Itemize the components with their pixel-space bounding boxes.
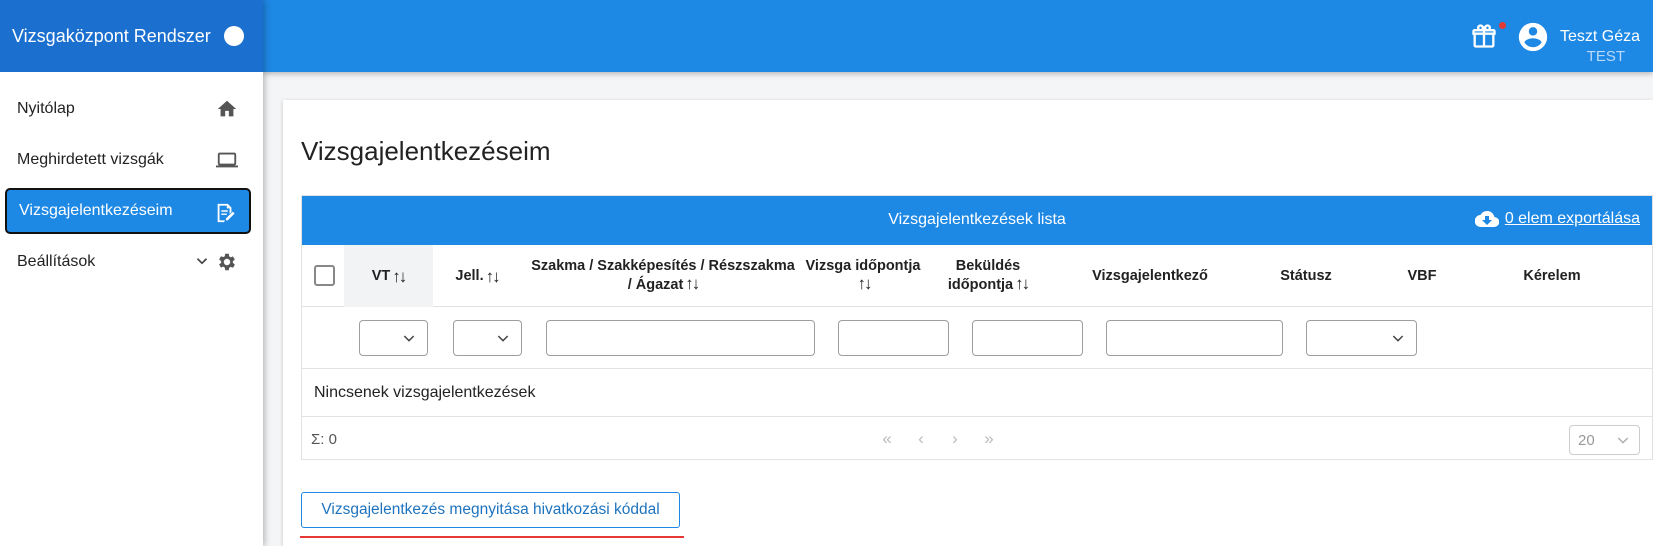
column-status[interactable]: Státusz	[1246, 245, 1366, 307]
column-submit-date[interactable]: Beküldés időpontja ↑↓	[931, 245, 1045, 307]
submit-date-filter-input[interactable]	[972, 320, 1083, 356]
cloud-download-icon	[1474, 210, 1499, 228]
vt-filter-select[interactable]	[359, 320, 428, 356]
page-title: Vizsgajelentkezéseim	[301, 136, 551, 166]
sidebar-item-home[interactable]: Nyitólap	[5, 86, 251, 132]
open-by-reference-code-button[interactable]: Vizsgajelentkezés megnyitása hivatkozási…	[301, 492, 680, 528]
sidebar-item-label: Beállítások	[17, 253, 96, 270]
page-size-value: 20	[1578, 432, 1595, 449]
column-applicant[interactable]: Vizsgajelentkező	[1060, 245, 1240, 307]
chevron-down-icon[interactable]	[193, 252, 211, 270]
chevron-down-icon	[1617, 437, 1629, 444]
table-footer: Σ: 0 « ‹ › » 20	[302, 417, 1652, 461]
page-size-select[interactable]: 20	[1569, 425, 1640, 455]
prev-page-button[interactable]: ‹	[911, 429, 931, 449]
empty-message: Nincsenek vizsgajelentkezések	[314, 384, 536, 401]
column-exam-date[interactable]: Vizsga időpontja ↑↓	[805, 245, 921, 307]
chevron-down-icon	[497, 335, 509, 342]
gift-icon[interactable]	[1470, 22, 1498, 50]
column-jell[interactable]: Jell. ↑↓	[433, 245, 521, 307]
home-icon	[217, 100, 237, 117]
account-circle-icon[interactable]	[1516, 20, 1550, 54]
profession-filter-input[interactable]	[546, 320, 815, 356]
topbar: Teszt Géza TEST	[263, 0, 1653, 72]
sidebar-nav: Nyitólap Meghirdetett vizsgák Vizsgajele…	[0, 72, 263, 285]
registrations-table: Vizsgajelentkezések lista 0 elem exportá…	[301, 195, 1653, 460]
sidebar-item-announced-exams[interactable]: Meghirdetett vizsgák	[5, 137, 251, 183]
main-card: Vizsgajelentkezéseim Vizsgajelentkezések…	[283, 100, 1653, 546]
sort-icon: ↑↓	[1015, 274, 1030, 293]
chevron-down-icon	[1392, 335, 1404, 342]
exam-date-filter-input[interactable]	[838, 320, 949, 356]
sort-icon: ↑↓	[485, 266, 501, 286]
next-page-button[interactable]: ›	[945, 429, 965, 449]
column-vbf: VBF	[1407, 267, 1437, 284]
sidebar-item-my-registrations[interactable]: Vizsgajelentkezéseim	[5, 188, 251, 234]
status-filter-select[interactable]	[1306, 320, 1417, 356]
laptop-icon	[216, 152, 238, 168]
table-header-bar: Vizsgajelentkezések lista 0 elem exportá…	[302, 196, 1652, 245]
sidebar: Vizsgaközpont Rendszer Nyitólap Meghirde…	[0, 0, 263, 546]
column-vt[interactable]: VT ↑↓	[344, 245, 433, 307]
sidebar-item-label: Vizsgajelentkezéseim	[19, 202, 173, 219]
sort-icon: ↑↓	[685, 274, 700, 293]
table-column-headers: VT ↑↓ Jell. ↑↓ Szakma / Szakképesítés / Ré…	[302, 245, 1652, 307]
select-all-checkbox[interactable]	[314, 265, 335, 286]
chevron-down-icon	[403, 335, 415, 342]
row-count-sum: Σ: 0	[311, 431, 337, 448]
column-request: Kérelem	[1523, 267, 1581, 284]
user-role: TEST	[1586, 48, 1625, 65]
applicant-filter-input[interactable]	[1106, 320, 1283, 356]
pagination: « ‹ › »	[877, 429, 999, 449]
sidebar-item-settings[interactable]: Beállítások	[5, 239, 251, 285]
sidebar-item-label: Meghirdetett vizsgák	[17, 151, 164, 168]
user-name[interactable]: Teszt Géza	[1560, 28, 1640, 46]
column-profession[interactable]: Szakma / Szakképesítés / Részszakma / Ág…	[529, 245, 797, 307]
open-by-reference-code-label: Vizsgajelentkezés megnyitása hivatkozási…	[321, 501, 660, 518]
sidebar-item-label: Nyitólap	[17, 100, 75, 117]
notification-dot	[1499, 22, 1506, 29]
table-empty-row: Nincsenek vizsgajelentkezések	[302, 369, 1652, 417]
gear-icon	[219, 253, 235, 271]
table-filter-row	[302, 307, 1652, 369]
theme-toggle-icon[interactable]	[223, 26, 244, 46]
app-title: Vizsgaközpont Rendszer	[12, 25, 211, 46]
export-link[interactable]: 0 elem exportálása	[1474, 210, 1640, 228]
first-page-button[interactable]: «	[877, 429, 897, 449]
highlight-underline	[300, 536, 684, 538]
export-label: 0 elem exportálása	[1504, 210, 1640, 227]
app-brand[interactable]: Vizsgaközpont Rendszer	[0, 0, 263, 72]
edit-document-icon	[217, 203, 235, 223]
sort-icon: ↑↓	[857, 274, 872, 293]
table-title: Vizsgajelentkezések lista	[888, 211, 1066, 228]
sort-icon: ↑↓	[392, 266, 407, 286]
last-page-button[interactable]: »	[979, 429, 999, 449]
jell-filter-select[interactable]	[453, 320, 522, 356]
